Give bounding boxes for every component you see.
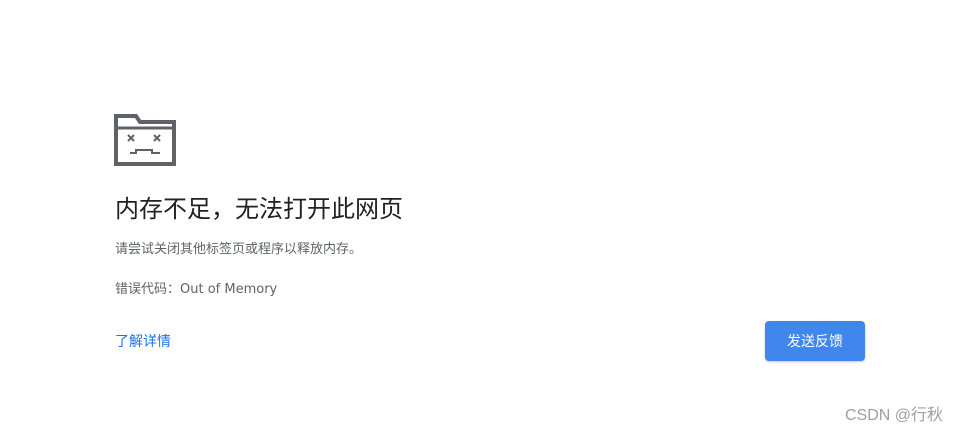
error-message: 请尝试关闭其他标签页或程序以释放内存。 xyxy=(115,242,363,257)
send-feedback-button[interactable]: 发送反馈 xyxy=(765,321,865,361)
sad-folder-icon xyxy=(114,114,176,166)
learn-more-link[interactable]: 了解详情 xyxy=(115,332,171,352)
error-code: 错误代码：Out of Memory xyxy=(115,282,278,297)
watermark: CSDN @行秋 xyxy=(844,407,943,424)
page-title: 内存不足，无法打开此网页 xyxy=(115,195,403,223)
